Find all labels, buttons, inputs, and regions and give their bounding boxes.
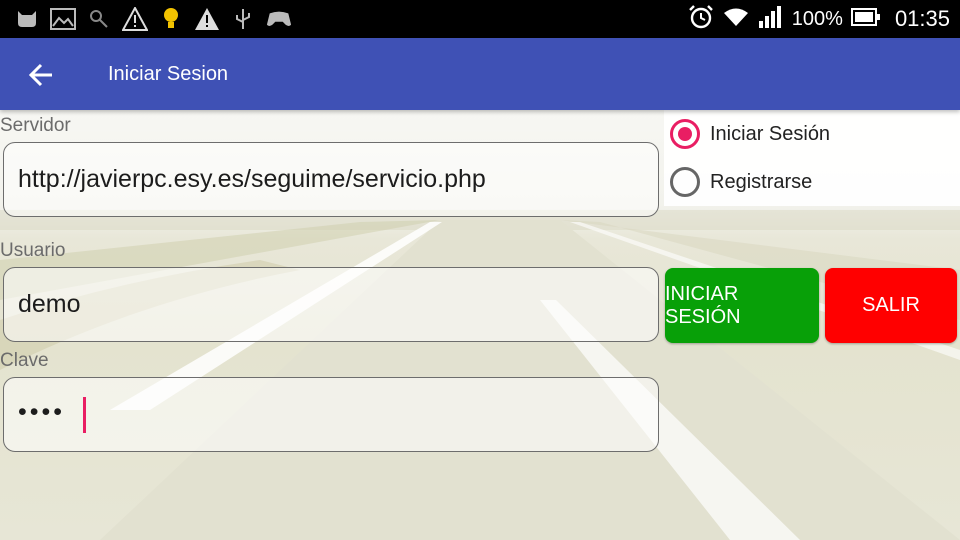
key-icon <box>86 6 112 32</box>
signal-icon <box>758 5 784 34</box>
page-title: Iniciar Sesion <box>108 63 229 85</box>
exit-button[interactable]: SALIR <box>825 268 957 343</box>
image-icon <box>50 6 76 32</box>
system-icons: 100% 01:35 <box>688 0 950 38</box>
radio-checked-icon <box>670 119 700 149</box>
bulb-icon <box>158 6 184 32</box>
radio-label: Registrarse <box>710 170 813 193</box>
arrow-left-icon <box>28 63 52 87</box>
back-button[interactable] <box>26 60 56 90</box>
usb-icon <box>230 6 256 32</box>
mode-radio-group: Iniciar Sesión Registrarse <box>664 110 960 206</box>
status-bar: 100% 01:35 <box>0 0 960 38</box>
app-bar: Iniciar Sesion <box>0 38 960 110</box>
notification-icons <box>14 6 292 32</box>
android-cat-icon <box>14 6 40 32</box>
servidor-input[interactable]: http://javierpc.esy.es/seguime/servicio.… <box>3 142 659 217</box>
android-gamepad-icon <box>266 6 292 32</box>
radio-registrarse[interactable]: Registrarse <box>670 167 812 197</box>
usuario-value: demo <box>18 290 81 318</box>
warning-icon <box>122 6 148 32</box>
radio-label: Iniciar Sesión <box>710 122 831 145</box>
battery-icon <box>850 7 881 31</box>
servidor-label: Servidor <box>0 115 71 136</box>
alarm-icon <box>688 4 714 35</box>
text-cursor <box>83 397 86 433</box>
status-clock: 01:35 <box>894 6 950 31</box>
clave-value: •••• <box>18 398 66 426</box>
battery-percent: 100% <box>791 7 843 30</box>
usuario-input[interactable]: demo <box>3 267 659 342</box>
wifi-icon <box>722 6 750 33</box>
clave-input[interactable]: •••• <box>3 377 659 452</box>
login-button[interactable]: INICIAR SESIÓN <box>665 268 819 343</box>
clave-label: Clave <box>0 350 49 371</box>
radio-unchecked-icon <box>670 167 700 197</box>
warning-icon <box>194 6 220 32</box>
usuario-label: Usuario <box>0 240 66 261</box>
radio-iniciar-sesion[interactable]: Iniciar Sesión <box>670 119 830 149</box>
servidor-value: http://javierpc.esy.es/seguime/servicio.… <box>18 165 486 193</box>
